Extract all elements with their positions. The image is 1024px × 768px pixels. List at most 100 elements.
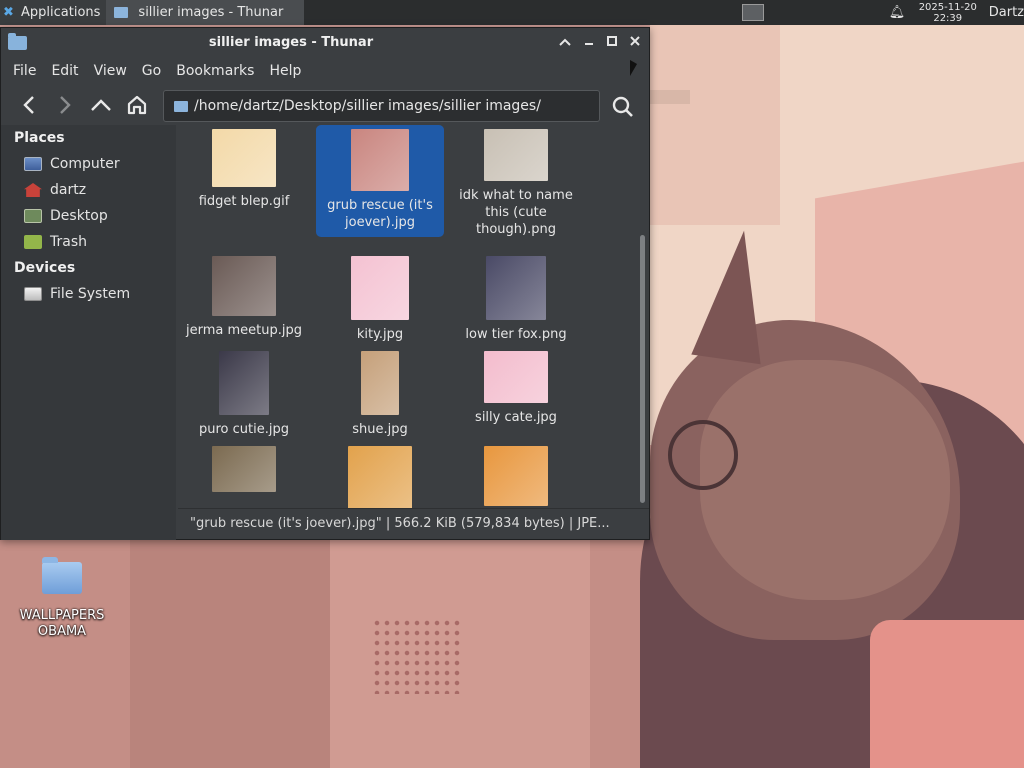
sidebar-item-home[interactable]: dartz (1, 177, 176, 203)
status-bar: "grub rescue (it's joever).jpg" | 566.2 … (178, 508, 649, 538)
close-icon (630, 36, 640, 46)
clock-time: 22:39 (933, 12, 963, 24)
folder-icon (174, 100, 188, 112)
applications-menu-button[interactable]: ✖ Applications (0, 0, 107, 25)
minimize-icon (585, 43, 593, 45)
sidebar-item-trash[interactable]: Trash (1, 229, 176, 255)
window-title: sillier images - Thunar (208, 35, 374, 50)
xfce-logo-icon: ✖ (3, 4, 14, 20)
desktop-icon (24, 209, 42, 223)
trash-icon (24, 235, 42, 249)
desktop-folder-wallpapers[interactable]: WALLPAPERS OBAMA (14, 557, 110, 640)
file-item[interactable]: jerma meetup.jpg (180, 252, 308, 339)
file-name: kity.jpg (356, 327, 404, 342)
file-thumbnail (212, 129, 276, 187)
thunar-window: sillier images - Thunar File Edit View G… (0, 27, 650, 540)
back-arrow-icon (23, 96, 34, 114)
file-thumbnail (212, 256, 276, 316)
places-header: Places (14, 130, 65, 146)
forward-button[interactable] (51, 91, 79, 119)
menu-go[interactable]: Go (136, 63, 167, 79)
file-item[interactable]: shue.jpg (316, 347, 444, 438)
sidebar-item-label: Trash (50, 234, 87, 250)
file-icon-view[interactable]: fidget blep.gif grub rescue (it's joever)… (178, 125, 640, 508)
search-button[interactable] (609, 93, 637, 121)
menu-edit[interactable]: Edit (45, 63, 84, 79)
sidebar-item-label: File System (50, 286, 131, 302)
file-item[interactable]: grub rescue (it's joever).jpg (316, 125, 444, 237)
up-arrow-icon (91, 99, 111, 111)
sidebar-item-label: dartz (50, 182, 87, 198)
file-item[interactable] (316, 442, 444, 508)
window-content: Places Computer dartz Desktop Trash Devi… (1, 125, 649, 540)
file-thumbnail (212, 446, 276, 492)
forward-arrow-icon (60, 96, 71, 114)
file-name: shue.jpg (352, 422, 408, 437)
file-item[interactable]: silly cate.jpg (452, 347, 580, 426)
devices-header: Devices (14, 260, 76, 276)
minimize-button[interactable] (580, 34, 598, 52)
file-name: fidget blep.gif (198, 194, 290, 209)
file-name: low tier fox.png (465, 327, 567, 342)
search-icon (612, 96, 633, 117)
desktop-icon-label: WALLPAPERS OBAMA (19, 608, 105, 639)
back-button[interactable] (15, 91, 43, 119)
drive-icon (24, 287, 42, 301)
sidebar: Places Computer dartz Desktop Trash Devi… (1, 125, 176, 540)
file-thumbnail (351, 129, 409, 191)
mouse-cursor-icon (630, 60, 637, 76)
home-folder-icon (24, 183, 42, 197)
parent-folder-button[interactable] (87, 91, 115, 119)
notification-bell-icon[interactable]: 🔔︎ (889, 5, 906, 20)
roll-up-button[interactable] (556, 34, 574, 52)
file-name: jerma meetup.jpg (186, 323, 302, 338)
home-button[interactable] (123, 91, 151, 119)
user-menu[interactable]: Dartz (989, 5, 1024, 20)
taskbar-item-thunar[interactable]: sillier images - Thunar (106, 0, 305, 25)
menu-bookmarks[interactable]: Bookmarks (170, 63, 260, 79)
file-item[interactable]: fidget blep.gif (180, 125, 308, 210)
workspace-switcher[interactable] (741, 4, 764, 21)
folder-icon (42, 557, 82, 594)
file-thumbnail (219, 351, 269, 415)
menu-file[interactable]: File (7, 63, 42, 79)
file-thumbnail (486, 256, 546, 320)
menu-help[interactable]: Help (263, 63, 307, 79)
sidebar-item-label: Desktop (50, 208, 108, 224)
sidebar-item-desktop[interactable]: Desktop (1, 203, 176, 229)
file-item[interactable]: low tier fox.png (452, 252, 580, 343)
file-thumbnail (484, 351, 548, 403)
file-name: silly cate.jpg (475, 410, 557, 425)
sidebar-item-computer[interactable]: Computer (1, 151, 176, 177)
folder-icon (114, 7, 129, 18)
menubar: File Edit View Go Bookmarks Help (1, 57, 649, 85)
file-item[interactable]: puro cutie.jpg (180, 347, 308, 438)
titlebar[interactable]: sillier images - Thunar (1, 28, 649, 57)
file-thumbnail (484, 129, 548, 181)
computer-icon (24, 157, 42, 171)
toolbar: /home/dartz/Desktop/sillier images/silli… (1, 85, 649, 125)
file-name: puro cutie.jpg (199, 422, 289, 437)
file-thumbnail (348, 446, 412, 508)
file-thumbnail (351, 256, 409, 320)
clock[interactable]: 2025-11-20 22:39 (915, 2, 981, 24)
top-panel: ✖ Applications sillier images - Thunar 🔔… (0, 0, 1024, 25)
file-item[interactable]: kity.jpg (316, 252, 444, 343)
sidebar-item-file-system[interactable]: File System (1, 281, 176, 307)
sidebar-item-label: Computer (50, 156, 120, 172)
file-thumbnail (484, 446, 548, 506)
menu-view[interactable]: View (88, 63, 133, 79)
close-button[interactable] (626, 34, 644, 52)
file-item[interactable] (180, 442, 308, 498)
home-icon (127, 95, 147, 115)
chevron-up-icon (559, 38, 571, 46)
clock-date: 2025-11-20 (918, 1, 977, 13)
applications-label: Applications (21, 5, 101, 20)
file-item[interactable] (452, 442, 580, 508)
maximize-button[interactable] (603, 34, 621, 52)
file-item[interactable]: idk what to name this (cute though).png (452, 125, 580, 238)
vertical-scrollbar[interactable] (640, 235, 645, 503)
taskbar-item-label: sillier images - Thunar (138, 5, 284, 20)
file-thumbnail (361, 351, 399, 415)
location-bar[interactable]: /home/dartz/Desktop/sillier images/silli… (163, 90, 600, 122)
